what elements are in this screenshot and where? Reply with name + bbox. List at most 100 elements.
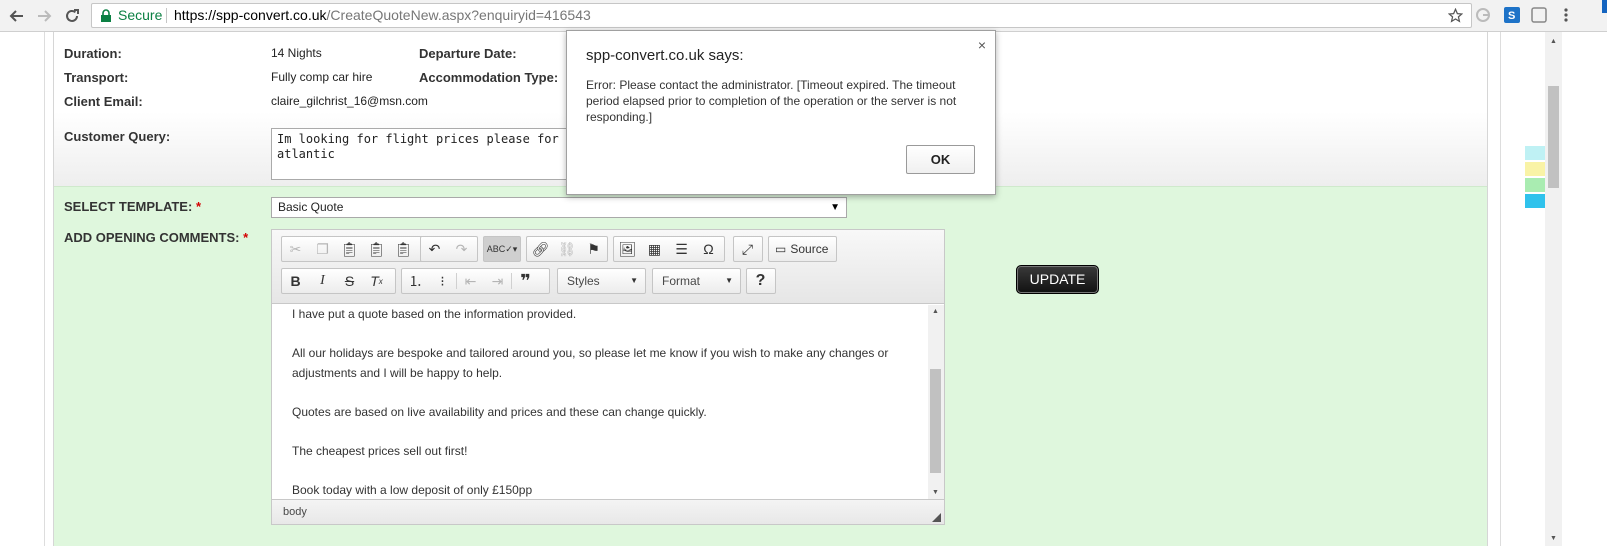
customer-query-label: Customer Query:	[64, 129, 171, 144]
editor-scrollbar[interactable]: ▲ ▼	[928, 305, 944, 499]
color-swatch[interactable]	[1525, 162, 1545, 176]
back-icon[interactable]	[6, 5, 28, 27]
bookmark-star-icon[interactable]	[1448, 8, 1463, 23]
undo-icon[interactable]: ↶	[421, 237, 448, 261]
template-select-value: Basic Quote	[278, 200, 344, 214]
basic-styles-group: B I S Tx	[281, 268, 396, 294]
strikethrough-icon[interactable]: S	[336, 269, 363, 293]
increase-indent-icon[interactable]: ⇥	[484, 269, 511, 293]
bullet-list-icon[interactable]: ⁝	[429, 269, 456, 293]
format-label: Format	[662, 274, 701, 288]
extension-g-icon[interactable]	[1475, 7, 1491, 23]
client-email-value: claire_gilchrist_16@msn.com	[271, 94, 428, 108]
customer-query-textarea[interactable]: Im looking for flight prices please for …	[271, 128, 601, 180]
paragraph: The cheapest prices sell out first!	[292, 443, 468, 458]
close-icon[interactable]: ×	[978, 37, 986, 53]
extension-translate-icon[interactable]	[1531, 7, 1547, 23]
redo-icon[interactable]: ↷	[448, 237, 475, 261]
help-icon[interactable]: ?	[747, 269, 774, 293]
select-template-label: SELECT TEMPLATE: *	[64, 199, 201, 214]
source-group: ▭ Source	[768, 236, 837, 262]
duration-label: Duration:	[64, 46, 122, 61]
list-group: ⒈ ⁝ ⇤ ⇥ ❞	[401, 268, 550, 294]
source-label: Source	[790, 242, 829, 256]
menu-icon[interactable]	[1558, 7, 1574, 23]
horizontal-line-icon[interactable]: ☰	[668, 237, 695, 261]
extension-s-icon[interactable]: S	[1504, 7, 1520, 23]
maximize-group: ⤢	[733, 236, 763, 262]
page-scroll-up-icon[interactable]: ▲	[1550, 38, 1557, 45]
copy-icon[interactable]: ❐	[309, 237, 336, 261]
link-group: 🔗︎ ⛓ ⚑	[526, 236, 608, 262]
numbered-list-icon[interactable]: ⒈	[402, 269, 429, 293]
scroll-up-icon[interactable]: ▲	[932, 308, 939, 315]
client-email-label: Client Email:	[64, 94, 143, 109]
decrease-indent-icon[interactable]: ⇤	[457, 269, 484, 293]
format-arrow-icon: ▼	[725, 276, 733, 285]
styles-arrow-icon: ▼	[630, 276, 638, 285]
paste-icon[interactable]: 📋︎	[336, 237, 363, 261]
lock-icon	[101, 9, 111, 22]
reload-icon[interactable]	[61, 5, 83, 27]
spellcheck-icon[interactable]: ABC✓▾	[484, 237, 520, 261]
maximize-icon[interactable]: ⤢	[734, 237, 761, 261]
clipboard-group: ✂ ❐ 📋︎ 📋︎ 📋︎	[281, 236, 425, 262]
url-separator	[166, 8, 167, 23]
link-icon[interactable]: 🔗︎	[527, 237, 554, 261]
source-button[interactable]: ▭ Source	[769, 237, 834, 261]
color-swatch[interactable]	[1525, 146, 1545, 160]
paragraph: Book today with a low deposit of only £1…	[292, 482, 533, 497]
dialog-title: spp-convert.co.uk says:	[586, 47, 744, 64]
italic-icon[interactable]: I	[309, 269, 336, 293]
cut-icon[interactable]: ✂	[282, 237, 309, 261]
scroll-down-icon[interactable]: ▼	[932, 489, 939, 496]
alert-dialog: spp-convert.co.uk says: × Error: Please …	[566, 30, 996, 195]
page-scrollbar[interactable]: ▲ ▼	[1545, 32, 1562, 546]
paragraph: I have put a quote based on the informat…	[292, 307, 577, 321]
remove-format-icon[interactable]: Tx	[363, 269, 390, 293]
page-scroll-down-icon[interactable]: ▼	[1550, 535, 1557, 542]
url-text: https://spp-convert.co.uk/CreateQuoteNew…	[174, 4, 591, 27]
color-swatch[interactable]	[1525, 194, 1545, 208]
element-path[interactable]: body	[283, 506, 307, 518]
editor-statusbar: body	[272, 499, 944, 524]
browser-toolbar: Secure https://spp-convert.co.uk/CreateQ…	[0, 0, 1607, 32]
resize-grip-icon[interactable]	[932, 513, 941, 522]
forward-icon[interactable]	[33, 5, 55, 27]
styles-label: Styles	[567, 274, 600, 288]
table-icon[interactable]: ▦	[641, 237, 668, 261]
page-left-border	[44, 32, 45, 546]
template-select[interactable]: Basic Quote ▼	[271, 197, 847, 218]
image-icon[interactable]: 🖼︎	[614, 237, 641, 261]
corner-indicator	[1602, 0, 1607, 13]
color-swatch[interactable]	[1525, 178, 1545, 192]
special-char-icon[interactable]: Ω	[695, 237, 722, 261]
page-scroll-thumb[interactable]	[1548, 86, 1559, 188]
paragraph: Quotes are based on live availability an…	[292, 404, 707, 419]
dialog-message: Error: Please contact the administrator.…	[586, 78, 957, 124]
url-host: https://spp-convert.co.uk	[174, 7, 327, 23]
address-bar[interactable]: Secure https://spp-convert.co.uk/CreateQ…	[91, 3, 1472, 28]
opening-comments-text: ADD OPENING COMMENTS:	[64, 230, 240, 245]
blockquote-icon[interactable]: ❞	[512, 269, 539, 293]
styles-combo[interactable]: Styles ▼	[557, 268, 646, 294]
secure-label: Secure	[118, 7, 163, 23]
required-marker: *	[195, 199, 201, 214]
departure-date-label: Departure Date:	[419, 46, 517, 61]
update-button[interactable]: UPDATE	[1016, 265, 1099, 294]
bold-icon[interactable]: B	[282, 269, 309, 293]
opening-comments-label: ADD OPENING COMMENTS: *	[64, 230, 248, 245]
format-combo[interactable]: Format ▼	[652, 268, 741, 294]
select-template-text: SELECT TEMPLATE:	[64, 199, 193, 214]
ok-button[interactable]: OK	[906, 145, 975, 174]
dropdown-arrow-icon: ▼	[830, 202, 840, 213]
paste-word-icon[interactable]: 📋︎	[390, 237, 417, 261]
editor-scroll-thumb[interactable]	[930, 369, 941, 473]
anchor-flag-icon[interactable]: ⚑	[580, 237, 607, 261]
paste-text-icon[interactable]: 📋︎	[363, 237, 390, 261]
unlink-icon[interactable]: ⛓	[554, 237, 581, 261]
url-path: /CreateQuoteNew.aspx?enquiryid=416543	[326, 7, 591, 23]
editor-content[interactable]: I have put a quote based on the informat…	[272, 305, 928, 499]
source-icon: ▭	[775, 242, 787, 256]
svg-text:S: S	[1508, 10, 1515, 22]
